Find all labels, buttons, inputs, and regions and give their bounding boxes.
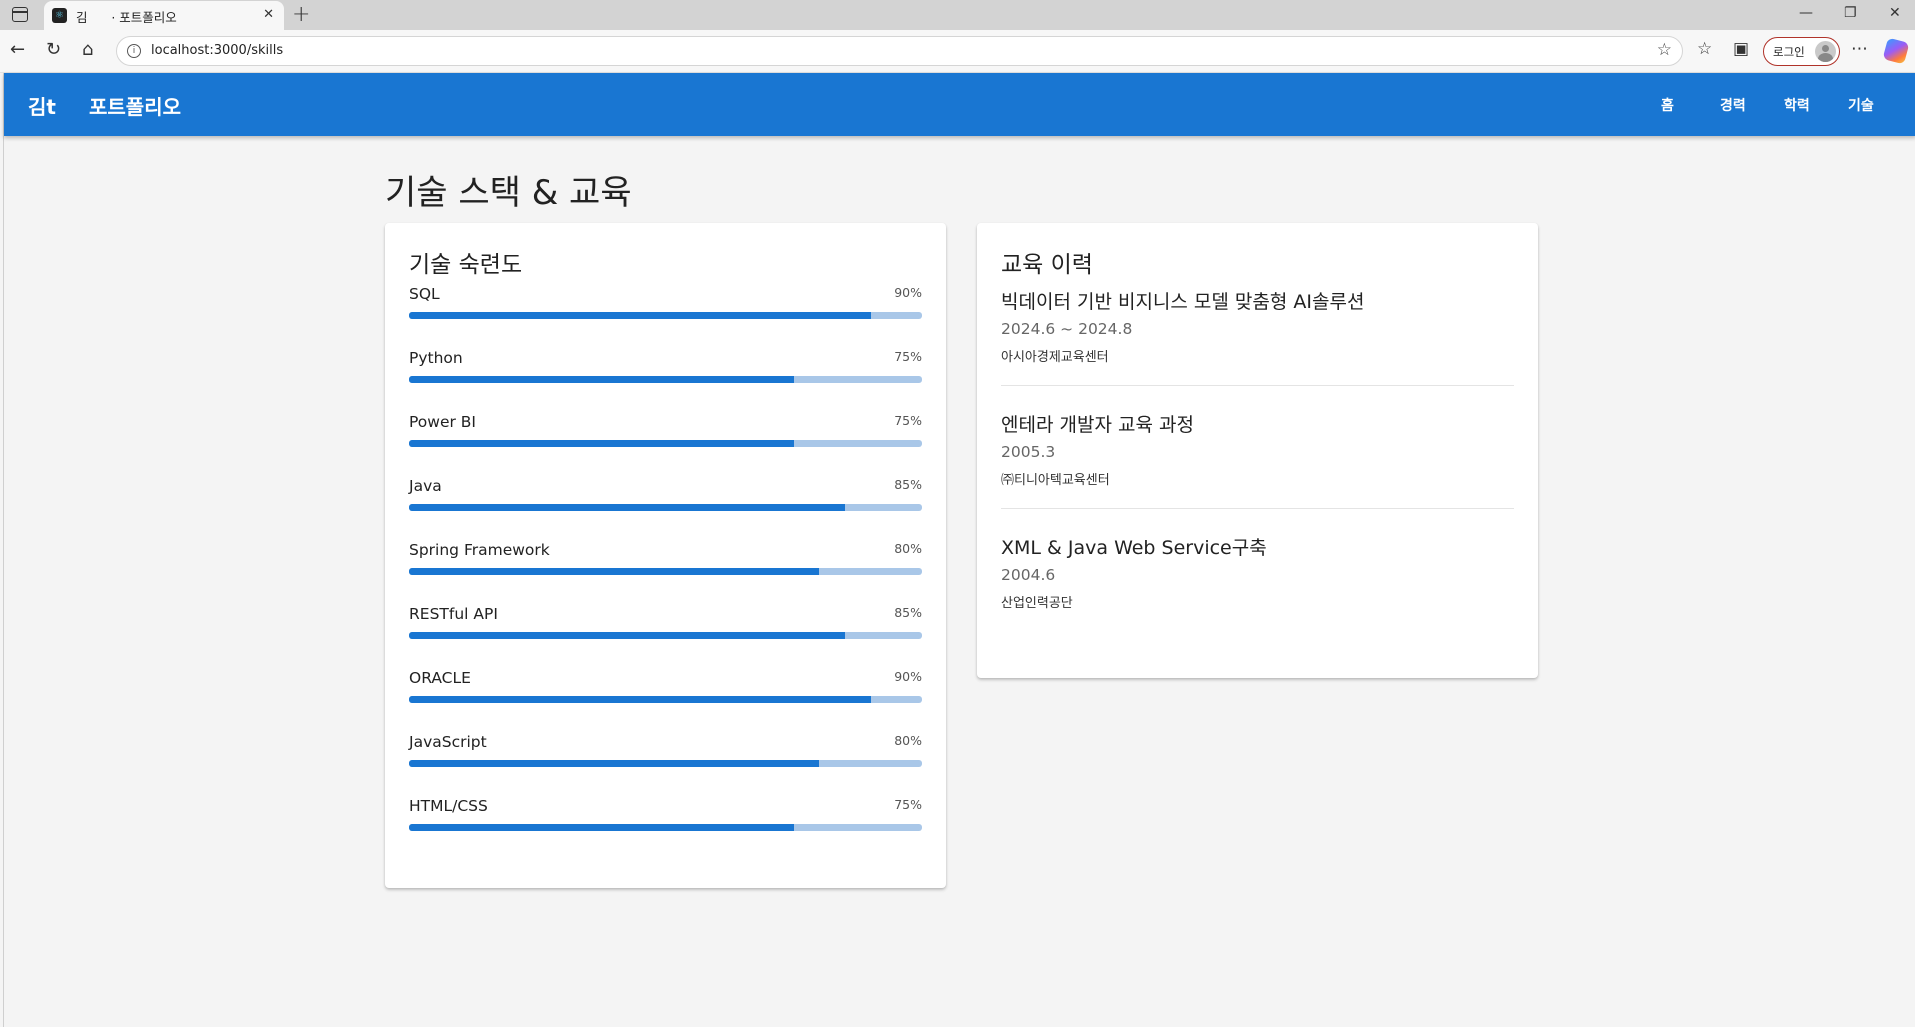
skill-percent: 90% [894, 669, 922, 684]
education-title: 엔테라 개발자 교육 과정 [1001, 414, 1194, 436]
react-favicon-icon: ⚛ [52, 8, 67, 23]
window-close-icon[interactable]: ✕ [1889, 5, 1901, 21]
login-button[interactable]: 로그인 [1763, 37, 1840, 66]
logo-text[interactable]: 김t [28, 91, 56, 120]
favorites-icon[interactable]: ☆ [1697, 39, 1712, 59]
new-tab-icon[interactable]: + [292, 2, 310, 27]
skill-name: SQL [409, 285, 440, 303]
skill-percent: 80% [894, 541, 922, 556]
divider [1001, 385, 1514, 386]
education-item: 엔테라 개발자 교육 과정 2005.3 ㈜티니아텍교육센터 [1001, 410, 1514, 488]
education-period: 2004.6 [1001, 566, 1056, 584]
skill-item: RESTful API 85% [409, 605, 922, 655]
skill-progress-bar [409, 504, 922, 511]
skill-item: HTML/CSS 75% [409, 797, 922, 847]
education-org: ㈜티니아텍교육센터 [1001, 473, 1110, 488]
skill-progress-fill [409, 696, 871, 703]
minimize-icon[interactable]: — [1799, 5, 1813, 21]
url-text: localhost:3000/skills [151, 43, 284, 58]
skill-name: Power BI [409, 413, 476, 431]
skill-progress-bar [409, 440, 922, 447]
url-input[interactable]: i localhost:3000/skills ☆ [116, 36, 1683, 66]
education-org: 산업인력공단 [1001, 596, 1073, 611]
skill-item: Python 75% [409, 349, 922, 399]
education-item: XML & Java Web Service구축 2004.6 산업인력공단 [1001, 533, 1514, 611]
education-item: 빅데이터 기반 비지니스 모델 맞춤형 AI솔루션 2024.6 ~ 2024.… [1001, 287, 1514, 365]
brand-title[interactable]: 포트폴리오 [89, 91, 181, 120]
skill-percent: 90% [894, 285, 922, 300]
page-title: 기술 스택 & 교육 [385, 173, 632, 213]
skill-progress-fill [409, 376, 794, 383]
tab-actions-icon[interactable] [12, 7, 28, 22]
skill-progress-fill [409, 312, 871, 319]
skill-percent: 85% [894, 477, 922, 492]
app-header: 김t 포트폴리오 홈 경력 학력 기술 [4, 73, 1915, 136]
education-period: 2024.6 ~ 2024.8 [1001, 320, 1133, 338]
skill-progress-fill [409, 760, 820, 767]
skill-name: JavaScript [409, 733, 487, 751]
skill-item: Java 85% [409, 477, 922, 527]
skill-progress-fill [409, 824, 794, 831]
skill-progress-bar [409, 312, 922, 319]
skills-card-title: 기술 숙련도 [409, 252, 523, 278]
skill-progress-fill [409, 568, 820, 575]
nav-career-button[interactable]: 경력 [1720, 95, 1746, 115]
skill-name: RESTful API [409, 605, 498, 623]
skill-progress-bar [409, 824, 922, 831]
nav-home-button[interactable]: 홈 [1661, 95, 1674, 115]
skills-card: 기술 숙련도 SQL 90% Python 75% Power BI 75% J… [385, 223, 946, 888]
skill-percent: 80% [894, 733, 922, 748]
skill-percent: 75% [894, 797, 922, 812]
app-viewport: 김t 포트폴리오 홈 경력 학력 기술 기술 스택 & 교육 기술 숙련도 SQ… [3, 73, 1915, 1027]
education-card-title: 교육 이력 [1001, 252, 1093, 278]
home-icon[interactable]: ⌂ [82, 39, 93, 60]
skill-progress-fill [409, 632, 846, 639]
skill-item: Spring Framework 80% [409, 541, 922, 591]
skill-name: Java [409, 477, 442, 495]
skill-percent: 75% [894, 349, 922, 364]
skill-name: Spring Framework [409, 541, 550, 559]
login-label: 로그인 [1773, 45, 1805, 59]
tab-close-icon[interactable]: ✕ [263, 7, 274, 22]
skill-progress-bar [409, 760, 922, 767]
reload-icon[interactable]: ↻ [46, 39, 61, 60]
copilot-icon[interactable] [1882, 37, 1910, 65]
browser-tab[interactable]: ⚛ 김 · 포트폴리오 ✕ [44, 1, 284, 30]
skill-percent: 75% [894, 413, 922, 428]
browser-tab-bar: ⚛ 김 · 포트폴리오 ✕ + — ❐ ✕ [0, 0, 1915, 30]
collections-icon[interactable]: ▣ [1733, 39, 1749, 59]
profile-avatar-icon [1815, 41, 1836, 62]
skill-item: SQL 90% [409, 285, 922, 335]
education-title: 빅데이터 기반 비지니스 모델 맞춤형 AI솔루션 [1001, 291, 1365, 313]
skill-name: HTML/CSS [409, 797, 488, 815]
skill-item: ORACLE 90% [409, 669, 922, 719]
education-card: 교육 이력 빅데이터 기반 비지니스 모델 맞춤형 AI솔루션 2024.6 ~… [977, 223, 1538, 678]
browser-address-bar: ← ↻ ⌂ i localhost:3000/skills ☆ ☆ ▣ 로그인 … [0, 30, 1915, 73]
education-org: 아시아경제교육센터 [1001, 350, 1109, 365]
skill-progress-bar [409, 632, 922, 639]
favorite-star-icon[interactable]: ☆ [1657, 40, 1672, 60]
skill-name: ORACLE [409, 669, 471, 687]
restore-icon[interactable]: ❐ [1844, 5, 1857, 21]
site-info-icon[interactable]: i [127, 44, 141, 58]
skill-item: Power BI 75% [409, 413, 922, 463]
nav-skills-button[interactable]: 기술 [1848, 95, 1874, 115]
more-menu-icon[interactable]: ⋯ [1851, 39, 1868, 59]
divider [1001, 508, 1514, 509]
skill-item: JavaScript 80% [409, 733, 922, 783]
education-title: XML & Java Web Service구축 [1001, 537, 1267, 559]
skill-progress-bar [409, 376, 922, 383]
back-arrow-icon[interactable]: ← [10, 39, 25, 60]
nav-education-button[interactable]: 학력 [1784, 95, 1810, 115]
skill-name: Python [409, 349, 463, 367]
skill-progress-bar [409, 696, 922, 703]
skill-progress-fill [409, 440, 794, 447]
skill-progress-bar [409, 568, 922, 575]
tab-title: 김 · 포트폴리오 [76, 10, 177, 25]
education-period: 2005.3 [1001, 443, 1056, 461]
skill-progress-fill [409, 504, 846, 511]
skill-percent: 85% [894, 605, 922, 620]
